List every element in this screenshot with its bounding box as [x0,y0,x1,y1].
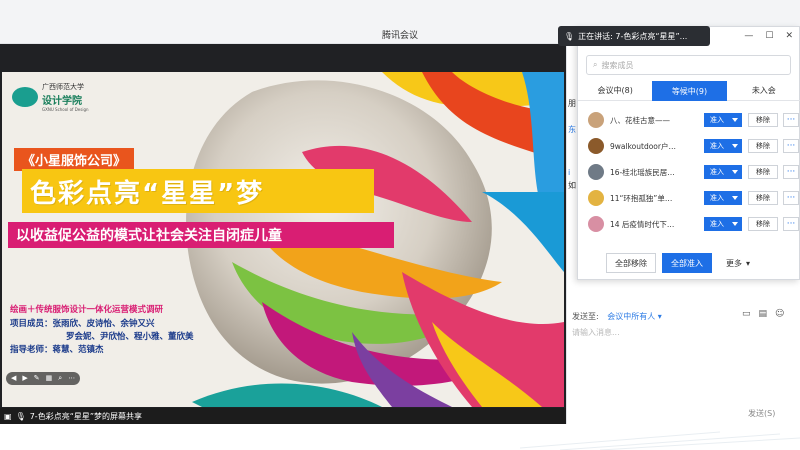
list-item: 八、花桂古意—— 准入 移除 ··· [578,107,800,133]
logo-school-name: 设计学院 [42,96,82,107]
admit-button[interactable]: 准入 [704,139,742,153]
window-controls: — ☐ ✕ [744,31,793,41]
partial-text-a: 朋 [568,99,576,108]
remove-button[interactable]: 移除 [748,139,778,153]
avatar [588,112,604,128]
waiting-list: 八、花桂古意—— 准入 移除 ··· 9walkoutdoor户… 准入 移除 … [578,107,800,237]
send-to[interactable]: 发送至: 会议中所有人 ▾ [572,311,662,322]
partial-text-d: 如 [568,181,576,190]
remove-button[interactable]: 移除 [748,113,778,127]
admit-button[interactable]: 准入 [704,165,742,179]
more-options-button[interactable]: ··· [783,165,799,179]
chevron-down-icon[interactable]: ▾ [658,312,662,321]
tab-in-meeting[interactable]: 会议中(8) [578,81,653,101]
participant-tabs: 会议中(8) 等候中(9) 未入会 [578,81,800,101]
remove-button[interactable]: 移除 [748,191,778,205]
sendto-label: 发送至: [572,312,599,321]
more-options-button[interactable]: ··· [783,113,799,127]
prev-icon[interactable]: ◀ [11,374,16,383]
more-options-button[interactable]: ··· [783,191,799,205]
send-button[interactable]: 发送(S) [748,408,775,419]
admit-button[interactable]: 准入 [704,217,742,231]
admit-button[interactable]: 准入 [704,191,742,205]
remove-button[interactable]: 移除 [748,165,778,179]
admit-all-button[interactable]: 全部准入 [662,253,712,273]
more-label: 更多 [726,258,742,268]
list-item: 16-桂北瑶族民居… 准入 移除 ··· [578,159,800,185]
logo-emblem-icon [12,87,38,107]
search-icon[interactable]: ⌕ [58,374,62,383]
tab-not-joined[interactable]: 未入会 [726,81,800,101]
remove-button[interactable]: 移除 [748,217,778,231]
more-icon[interactable]: ⋯ [68,374,75,383]
admit-button[interactable]: 准入 [704,113,742,127]
more-options-button[interactable]: ··· [783,217,799,231]
share-label: 7-色彩点亮“星星”梦的屏幕共享 [29,411,142,421]
close-icon[interactable]: ✕ [785,31,793,41]
maximize-icon[interactable]: ☐ [765,31,773,41]
speaking-label: 正在讲话: 7-色彩点亮“星星”... [578,31,688,41]
list-item: 9walkoutdoor户… 准入 移除 ··· [578,133,800,159]
shared-screen: 广西师范大学 设计学院 GXNU School of Design 《小星服饰公… [0,44,566,408]
user-icon[interactable]: ☺ [775,309,784,319]
participant-name: 14 后疫情时代下… [610,219,675,229]
avatar [588,216,604,232]
file-icon[interactable]: ▭ [742,309,751,319]
members-line-1: 项目成员：张雨欣、皮诗怡、余钟又兴 [10,319,155,329]
chevron-down-icon: ▾ [746,258,751,268]
participant-name: 11“环抱孤独”单… [610,193,673,203]
partial-text-b: 东 [568,125,576,134]
slide-members: 项目成员：张雨欣、皮诗怡、余钟又兴 罗会妮、尹欣怡、程小雅、董欣美 指导老师：蒋… [10,318,194,357]
participant-name: 9walkoutdoor户… [610,141,676,151]
list-item: 11“环抱孤独”单… 准入 移除 ··· [578,185,800,211]
partial-text-c: i [568,168,571,177]
avatar [588,138,604,154]
slide-toolbar[interactable]: ◀ ▶ ✎ ▦ ⌕ ⋯ [6,372,81,385]
members-line-2: 罗会妮、尹欣怡、程小雅、董欣美 [66,332,194,342]
mic-icon: 🎙 [15,411,26,421]
remove-all-button[interactable]: 全部移除 [606,253,656,273]
mic-icon: 🎙 [564,31,575,41]
play-icon[interactable]: ▶ [22,374,27,383]
decorative-lines [520,431,800,450]
slide-research-line: 绘画＋传统服饰设计一体化运营模式调研 [10,305,164,315]
screenshot-icon[interactable]: ▤ [759,309,768,319]
school-logo: 广西师范大学 设计学院 GXNU School of Design [12,82,89,112]
logo-university: 广西师范大学 [42,83,84,91]
tab-waiting[interactable]: 等候中(9) [652,81,727,101]
list-item: 14 后疫情时代下… 准入 移除 ··· [578,211,800,237]
avatar [588,164,604,180]
participant-name: 16-桂北瑶族民居… [610,167,675,177]
speaking-indicator: 🎙 正在讲话: 7-色彩点亮“星星”... [558,26,710,46]
company-tag: 《小星服饰公司》 [14,148,135,171]
participant-name: 八、花桂古意—— [610,115,670,125]
search-placeholder: 搜索成员 [601,60,634,70]
more-button[interactable]: 更多 ▾ [718,253,759,273]
chat-input[interactable]: 请输入消息... [572,327,620,338]
sendto-target[interactable]: 会议中所有人 [607,312,655,321]
search-icon: ⌕ [593,60,598,69]
more-options-button[interactable]: ··· [783,139,799,153]
chat-tools: ▭ ▤ ☺ [742,309,784,319]
presentation-slide: 广西师范大学 设计学院 GXNU School of Design 《小星服饰公… [2,72,564,407]
screen-share-bar: ▣ 🎙 7-色彩点亮“星星”梦的屏幕共享 [0,408,566,424]
avatar [588,190,604,206]
panel-footer: 全部移除 全部准入 更多 ▾ [578,253,800,275]
monitor-icon: ▣ [4,411,12,421]
minimize-icon[interactable]: — [744,31,753,41]
search-input[interactable]: ⌕ 搜索成员 [586,55,791,75]
grid-icon[interactable]: ▦ [46,374,53,383]
participants-panel: — ☐ ✕ ⌕ 搜索成员 会议中(8) 等候中(9) 未入会 八、花桂古意—— … [577,26,800,280]
slide-title: 色彩点亮“星星”梦 [22,169,374,213]
slide-subtitle: 以收益促公益的模式让社会关注自闭症儿童 [8,222,394,248]
logo-english: GXNU School of Design [42,107,89,112]
pen-icon[interactable]: ✎ [34,374,40,383]
advisors-line: 指导老师：蒋慧、范镇杰 [10,345,104,355]
